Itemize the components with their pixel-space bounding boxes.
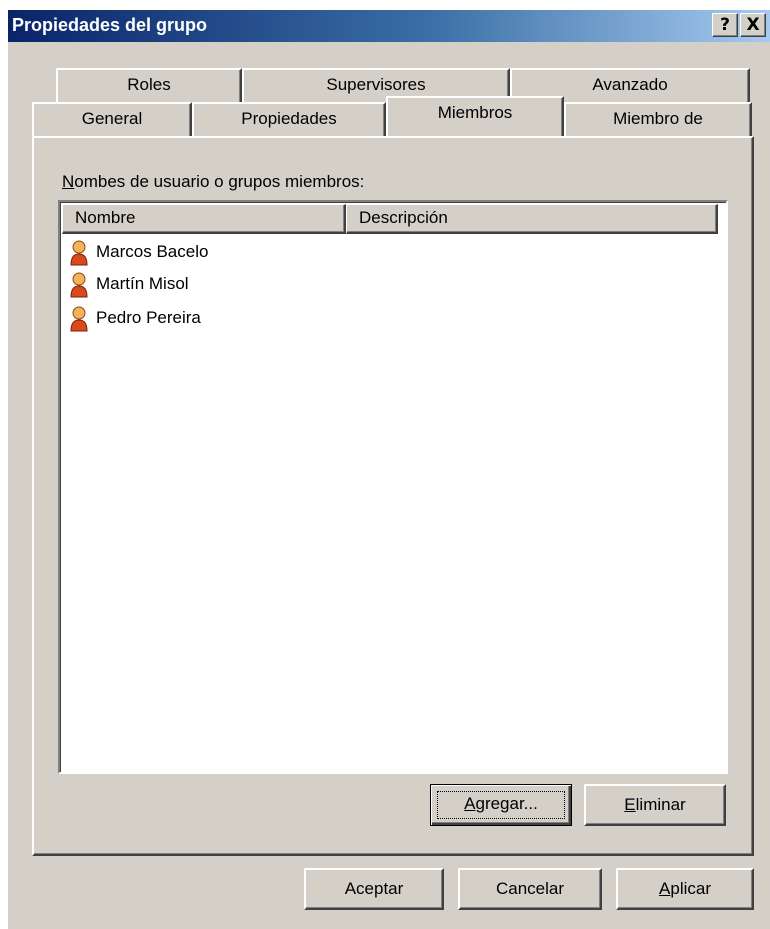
tab-label: General bbox=[81, 109, 143, 128]
column-header-label: Nombre bbox=[75, 208, 136, 227]
tab-general[interactable]: General bbox=[32, 102, 192, 138]
remove-button-label: Eliminar bbox=[624, 795, 685, 814]
members-label: Nombes de usuario o grupos miembros: bbox=[62, 172, 364, 192]
help-button[interactable]: ? bbox=[712, 13, 738, 37]
remove-mnemonic: E bbox=[624, 795, 636, 814]
tab-label: Supervisores bbox=[326, 75, 426, 94]
list-item[interactable]: Martín Misol bbox=[70, 268, 189, 300]
tab-roles[interactable]: Roles bbox=[56, 68, 242, 102]
apply-mnemonic: A bbox=[659, 879, 671, 898]
tab-propiedades[interactable]: Propiedades bbox=[192, 102, 386, 138]
remove-button[interactable]: Eliminar bbox=[584, 784, 726, 826]
members-list[interactable]: Nombre Descripción Marcos Bacelo Martín … bbox=[58, 200, 728, 774]
remove-label-rest: liminar bbox=[635, 795, 686, 814]
apply-label-rest: plicar bbox=[670, 879, 711, 898]
list-item[interactable]: Pedro Pereira bbox=[70, 302, 201, 334]
help-icon: ? bbox=[720, 15, 730, 35]
apply-button[interactable]: Aplicar bbox=[616, 868, 754, 910]
tab-label: Miembro de bbox=[613, 109, 703, 128]
column-header-nombre[interactable]: Nombre bbox=[62, 204, 346, 234]
member-name: Martín Misol bbox=[96, 274, 189, 293]
apply-button-label: Aplicar bbox=[659, 879, 711, 898]
member-name: Pedro Pereira bbox=[96, 308, 201, 327]
focus-rectangle bbox=[437, 791, 565, 819]
tab-miembros[interactable]: Miembros bbox=[386, 96, 564, 136]
ok-button-label: Aceptar bbox=[344, 879, 404, 898]
tab-label: Roles bbox=[127, 75, 171, 94]
members-label-mnemonic: N bbox=[62, 172, 75, 191]
ok-button[interactable]: Aceptar bbox=[304, 868, 444, 910]
column-header-label: Descripción bbox=[359, 208, 448, 227]
close-icon: X bbox=[746, 15, 760, 35]
tab-label: Avanzado bbox=[592, 75, 668, 94]
user-icon bbox=[70, 240, 88, 266]
member-name: Marcos Bacelo bbox=[96, 242, 209, 261]
tab-label: Miembros bbox=[437, 103, 513, 122]
cancel-button-label: Cancelar bbox=[495, 879, 565, 898]
window-title: Propiedades del grupo bbox=[12, 15, 208, 35]
list-item[interactable]: Marcos Bacelo bbox=[70, 236, 208, 268]
tab-miembro-de[interactable]: Miembro de bbox=[564, 102, 752, 138]
tab-label: Propiedades bbox=[241, 109, 337, 128]
user-icon bbox=[70, 306, 88, 332]
column-header-descripcion[interactable]: Descripción bbox=[346, 204, 718, 234]
title-bar[interactable]: Propiedades del grupo ? X bbox=[8, 10, 770, 42]
user-icon bbox=[70, 272, 88, 298]
close-button[interactable]: X bbox=[740, 13, 766, 37]
add-button[interactable]: Agregar... bbox=[430, 784, 572, 826]
members-label-text: ombes de usuario o grupos miembros: bbox=[74, 172, 365, 191]
cancel-button[interactable]: Cancelar bbox=[458, 868, 602, 910]
